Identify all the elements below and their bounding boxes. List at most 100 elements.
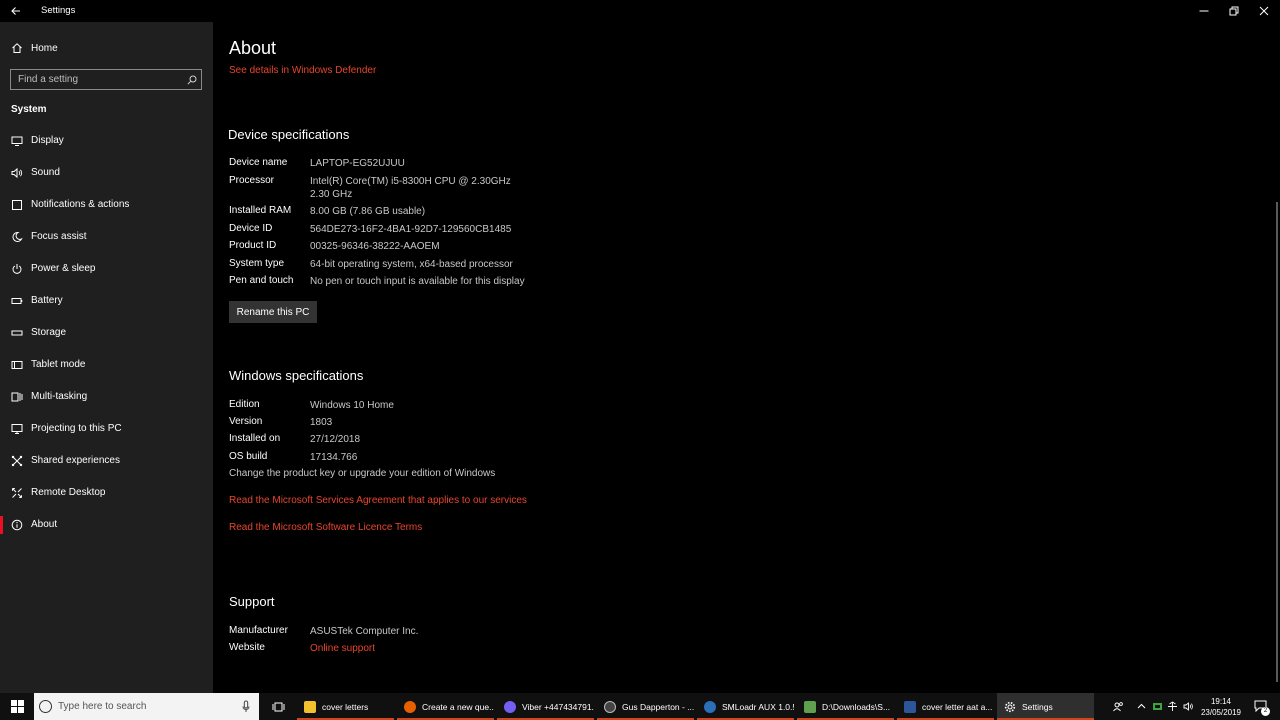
sidebar-item-display[interactable]: Display (0, 127, 213, 155)
projector-icon (11, 423, 23, 435)
sidebar-item-label: Sound (31, 167, 60, 178)
taskbar-app-firefox[interactable]: Create a new que... (397, 693, 494, 720)
spec-key: Installed on (229, 433, 281, 444)
page-title: About (229, 38, 277, 58)
volume-button[interactable] (1181, 693, 1195, 720)
nav-home[interactable]: Home (0, 38, 213, 58)
spec-value: 00325-96346-38222-AAOEM (310, 241, 440, 252)
spec-key: Pen and touch (229, 275, 294, 286)
taskbar-app-media-player[interactable]: Gus Dapperton - ... (597, 693, 694, 720)
taskbar-search-box (34, 693, 259, 720)
rename-pc-button[interactable]: Rename this PC (229, 301, 317, 323)
taskbar-app-label: D:\Downloads\S... (822, 701, 891, 712)
sidebar-item-label: Multi-tasking (31, 391, 88, 402)
spec-value: 17134.766 (310, 452, 358, 463)
close-button[interactable] (1249, 0, 1279, 22)
sidebar-item-label: About (31, 519, 58, 530)
vertical-scrollbar[interactable] (1276, 202, 1278, 682)
nav-home-label: Home (31, 42, 58, 54)
volume-icon (1183, 702, 1193, 711)
minimize-button[interactable] (1189, 0, 1219, 22)
task-view-button[interactable] (267, 693, 289, 720)
sidebar-item-battery[interactable]: Battery (0, 287, 213, 315)
taskbar-app-cover-letters[interactable]: cover letters (297, 693, 394, 720)
battery-icon (11, 295, 23, 307)
spec-key: Version (229, 416, 263, 427)
taskbar-app-word[interactable]: cover letter aat a... (897, 693, 994, 720)
online-support-link[interactable]: Online support (310, 642, 375, 655)
taskbar-app-label: Settings (1022, 701, 1053, 712)
people-button[interactable] (1109, 693, 1127, 720)
taskbar-app-smloadr[interactable]: SMLoadr AUX 1.0.5 (697, 693, 794, 720)
sidebar-item-notifications[interactable]: Notifications & actions (0, 191, 213, 219)
taskbar-app-label: Create a new que... (422, 701, 494, 712)
search-icon[interactable] (186, 73, 198, 85)
sidebar-item-label: Power & sleep (31, 263, 96, 274)
windows-defender-link[interactable]: See details in Windows Defender (229, 65, 376, 76)
sidebar-item-storage[interactable]: Storage (0, 319, 213, 347)
monitor-icon (11, 135, 23, 147)
cortana-icon (39, 700, 52, 713)
notification-count-badge: 2 (1261, 707, 1270, 716)
tray-app-button[interactable] (1150, 693, 1164, 720)
microphone-icon[interactable] (242, 700, 250, 713)
sidebar-item-about[interactable]: About (0, 511, 213, 539)
sidebar-item-projecting[interactable]: Projecting to this PC (0, 415, 213, 443)
storage-icon (11, 327, 23, 339)
services-agreement-link[interactable]: Read the Microsoft Services Agreement th… (229, 495, 527, 506)
close-icon (1259, 6, 1269, 16)
sidebar-item-label: Remote Desktop (31, 487, 106, 498)
taskbar-app-label: SMLoadr AUX 1.0.5 (722, 701, 794, 712)
spec-key: System type (229, 258, 285, 269)
folder-icon (304, 700, 316, 713)
firefox-icon (404, 700, 416, 713)
sidebar-item-tablet-mode[interactable]: Tablet mode (0, 351, 213, 379)
spec-value: 1803 (310, 417, 333, 428)
sidebar-item-multitasking[interactable]: Multi-tasking (0, 383, 213, 411)
taskbar: cover letters Create a new que... Viber … (0, 693, 1280, 720)
sidebar-item-remote-desktop[interactable]: Remote Desktop (0, 479, 213, 507)
sidebar-item-shared-experiences[interactable]: Shared experiences (0, 447, 213, 475)
support-heading: Support (229, 594, 275, 609)
action-center-button[interactable]: 2 (1250, 693, 1274, 720)
find-setting-input[interactable] (11, 70, 181, 89)
taskbar-app-node[interactable]: D:\Downloads\S... (797, 693, 894, 720)
window-title: Settings (41, 5, 76, 16)
show-hidden-icons-button[interactable] (1134, 693, 1148, 720)
spec-key: Device name (229, 157, 288, 168)
taskbar-app-label: Viber +447434791... (522, 701, 594, 712)
change-product-key-link[interactable]: Change the product key or upgrade your e… (229, 468, 495, 479)
taskbar-app-settings[interactable]: Settings (997, 693, 1094, 720)
sidebar-item-label: Display (31, 135, 64, 146)
sidebar-item-sound[interactable]: Sound (0, 159, 213, 187)
media-player-icon (604, 700, 616, 713)
word-icon (904, 700, 916, 713)
speaker-icon (11, 167, 23, 179)
settings-gear-icon (1004, 701, 1016, 713)
taskbar-search-input[interactable] (58, 693, 233, 720)
sidebar-item-label: Projecting to this PC (31, 423, 122, 434)
find-setting-search (10, 69, 202, 90)
start-button[interactable] (0, 693, 34, 720)
smloadr-icon (704, 700, 716, 713)
spec-value: 64-bit operating system, x64-based proce… (310, 259, 513, 270)
navigation-pane: Home System Display Sound Notifications … (0, 22, 213, 693)
sidebar-item-power-sleep[interactable]: Power & sleep (0, 255, 213, 283)
people-icon (1113, 701, 1123, 711)
software-licence-link[interactable]: Read the Microsoft Software Licence Term… (229, 522, 422, 533)
network-button[interactable] (1165, 693, 1179, 720)
sidebar-item-label: Storage (31, 327, 67, 338)
sidebar-item-label: Shared experiences (31, 455, 120, 466)
system-clock[interactable]: 19:14 23/05/2019 (1195, 696, 1247, 718)
spec-value: 8.00 GB (7.86 GB usable) (310, 206, 426, 217)
spec-value-line2: 2.30 GHz (310, 189, 353, 200)
restore-button[interactable] (1219, 0, 1249, 22)
task-view-icon (272, 702, 284, 711)
back-button[interactable] (6, 2, 26, 20)
shared-icon (11, 455, 23, 467)
back-arrow-icon (11, 7, 20, 15)
taskbar-app-viber[interactable]: Viber +447434791... (497, 693, 594, 720)
sidebar-item-focus-assist[interactable]: Focus assist (0, 223, 213, 251)
multitasking-icon (11, 391, 23, 403)
spec-key: Website (229, 642, 265, 653)
